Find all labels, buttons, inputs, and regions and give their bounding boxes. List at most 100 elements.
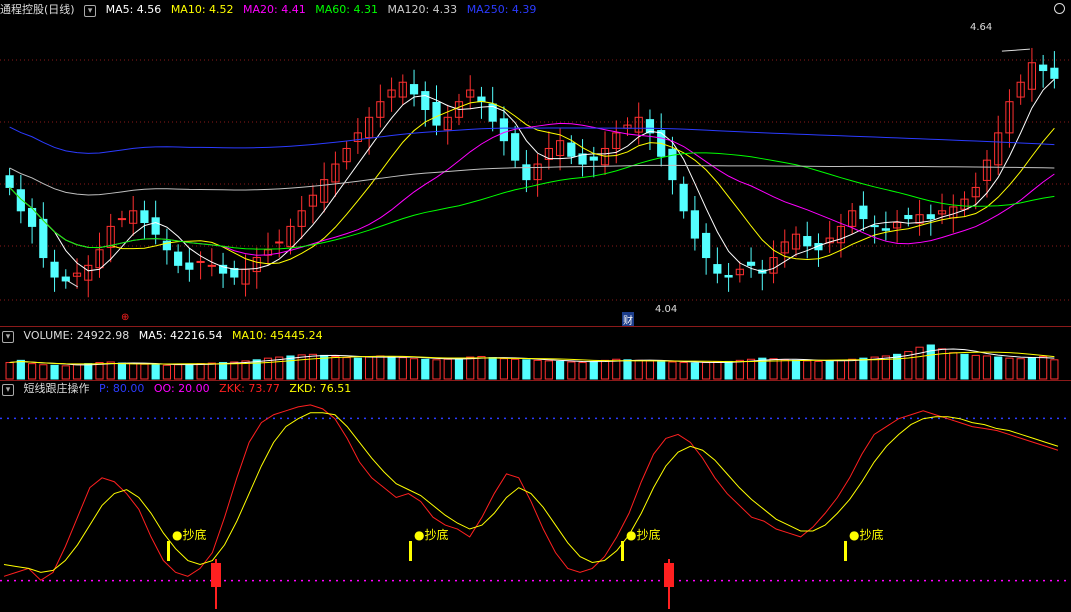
candle-body <box>207 264 216 267</box>
ma-line-ma120 <box>9 164 1055 196</box>
volume-bar <box>803 360 812 380</box>
volume-bar <box>477 356 486 380</box>
volume-bar <box>117 362 127 380</box>
candle-body <box>196 260 205 263</box>
finance-marker[interactable]: 财 <box>622 312 634 327</box>
candle-body <box>522 164 531 181</box>
volume-bar <box>466 356 475 380</box>
volume-bar <box>735 359 744 380</box>
candle-body <box>409 84 419 95</box>
volume-bar <box>915 346 924 380</box>
event-marker-icon[interactable]: ⊕ <box>121 312 129 323</box>
ma20-label: MA20: 4.41 <box>243 3 306 16</box>
low-label: 4.04 <box>655 304 678 315</box>
candle-body <box>859 205 868 220</box>
volume-bar <box>499 358 509 380</box>
volume-label: VOLUME: 24922.98 <box>23 329 130 342</box>
volume-bar <box>533 359 542 380</box>
volume-bar <box>297 354 306 380</box>
candle-body <box>1050 67 1059 79</box>
buy-signal-label: ●抄底 <box>849 527 883 542</box>
volume-bar <box>50 364 59 380</box>
candle-body <box>702 232 711 259</box>
volume-bar <box>702 362 711 380</box>
volume-bar <box>982 355 992 380</box>
candle-body <box>926 214 935 220</box>
volume-bar <box>454 357 464 380</box>
volume-bar <box>409 358 419 380</box>
volume-bar <box>578 362 587 380</box>
volume-bar <box>16 359 25 380</box>
indicator-chart: ●抄底 ●抄底 ●抄底 ●抄底 <box>0 404 1071 609</box>
volume-bar <box>600 359 610 380</box>
volume-pane[interactable]: ▾ VOLUME: 24922.98 MA5: 42216.54 MA10: 4… <box>0 327 1071 380</box>
volume-bar <box>342 357 351 380</box>
price-header: 通程控股(日线) ▾ MA5: 4.56 MA10: 4.52 MA20: 4.… <box>0 2 542 18</box>
volume-bar <box>185 363 194 380</box>
volume-bar <box>544 360 553 380</box>
indicator-pane[interactable]: ▾ 短线跟庄操作 P: 80.00 OO: 20.00 ZKK: 73.77 Z… <box>0 381 1071 612</box>
ma60-label: MA60: 4.31 <box>315 3 378 16</box>
volume-bar <box>1005 357 1014 380</box>
buy-signal-label: ●抄底 <box>172 527 206 542</box>
volume-bar <box>421 358 430 380</box>
volume-bar <box>791 359 801 380</box>
p-label: P: 80.00 <box>99 382 145 395</box>
candle-body <box>117 218 127 221</box>
candle-body <box>174 251 183 266</box>
price-pane[interactable]: 通程控股(日线) ▾ MA5: 4.56 MA10: 4.52 MA20: 4.… <box>0 0 1071 327</box>
volume-bar <box>814 360 823 380</box>
volume-bar <box>1016 358 1025 380</box>
volume-bar <box>848 358 857 380</box>
candle-body <box>5 175 14 188</box>
volume-bar <box>353 357 362 380</box>
volume-bar <box>72 364 82 380</box>
candle-body <box>140 210 149 223</box>
volume-bar <box>230 361 239 380</box>
buy-signal-bar <box>167 541 170 561</box>
candle-body <box>230 267 239 278</box>
volume-bar <box>859 357 868 380</box>
volume-bar <box>376 355 385 380</box>
volume-bar <box>724 360 733 380</box>
volume-bar <box>679 362 688 380</box>
volume-bar <box>129 363 138 380</box>
volume-header: ▾ VOLUME: 24922.98 MA5: 42216.54 MA10: 4… <box>0 328 329 344</box>
candle-body <box>690 210 699 239</box>
buy-signal-label: ●抄底 <box>626 527 660 542</box>
volume-bar <box>589 360 598 380</box>
high-arrow <box>1001 48 1030 52</box>
candle-body <box>904 214 913 220</box>
bottom-signal-block <box>664 563 674 587</box>
candle-body <box>151 217 160 235</box>
buy-signal-bar <box>409 541 412 561</box>
ma10-label: MA10: 4.52 <box>170 3 234 16</box>
volume-bar <box>960 353 969 380</box>
volume-bar <box>746 358 756 380</box>
candle-body <box>881 228 890 231</box>
bottom-signal-block <box>211 563 221 587</box>
volume-bar <box>308 353 318 380</box>
ma-line-ma250 <box>9 126 1055 154</box>
candle-body <box>870 225 879 228</box>
zkk-label: ZKK: 73.77 <box>219 382 280 395</box>
low-arrow <box>67 280 79 288</box>
volume-bar <box>567 361 576 380</box>
series-line-zkk <box>3 404 1059 581</box>
vol-ma5-label: MA5: 42216.54 <box>138 329 223 342</box>
toggle-chevron-icon[interactable]: ▾ <box>2 384 14 396</box>
candle-body <box>746 261 756 266</box>
toggle-chevron-icon[interactable]: ▾ <box>84 5 97 17</box>
volume-bar <box>95 362 104 380</box>
candle-body <box>679 183 688 212</box>
candle-body <box>39 218 48 259</box>
volume-bar <box>387 356 396 380</box>
volume-bar <box>286 355 295 380</box>
candle-body <box>432 101 441 126</box>
volume-bar <box>825 360 834 380</box>
candle-body <box>275 241 284 244</box>
candle-body <box>803 236 812 247</box>
candle-body <box>713 264 722 274</box>
toggle-chevron-icon[interactable]: ▾ <box>2 331 14 343</box>
volume-bar <box>994 356 1003 380</box>
